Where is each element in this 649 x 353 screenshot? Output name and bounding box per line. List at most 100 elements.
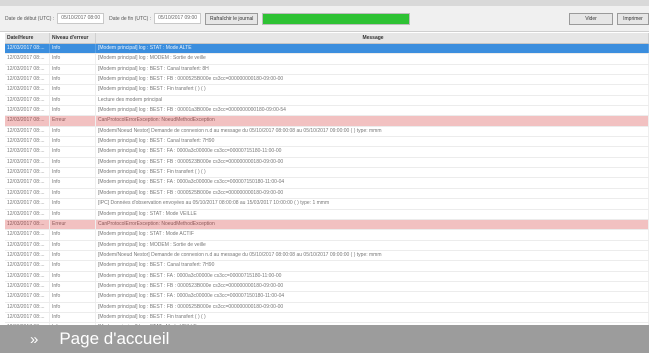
cell-message: [Modem principal] log : BEST : FB : 0000…	[96, 281, 649, 292]
cell-level: Erreur	[50, 116, 96, 126]
cell-date: 12/03/2017 08:...	[5, 95, 50, 106]
cell-level: Info	[50, 126, 96, 137]
cell-message: [Modem principal] log : BEST : Canal tra…	[96, 64, 649, 75]
cell-message: [IPC] Données d'observation envoyées au …	[96, 199, 649, 209]
cell-message: [Modem principal] log : BEST : FB : 0000…	[96, 75, 649, 85]
table-row[interactable]: 12/03/2017 08:...Info[Modem principal] l…	[5, 44, 649, 55]
cell-message: [Modem/Noeud Nestor] Demande de connexio…	[96, 250, 649, 261]
cell-level: Info	[50, 261, 96, 271]
cell-level: Info	[50, 281, 96, 292]
table-row[interactable]: 12/03/2017 08:...Info[Modem principal] l…	[5, 157, 649, 169]
cell-level: Info	[50, 137, 96, 147]
cell-message: [Modem principal] log : BEST : FB : 0000…	[96, 302, 649, 312]
cell-level: Info	[50, 188, 96, 199]
table-row[interactable]: 12/03/2017 08:...Info[Modem principal] l…	[5, 75, 649, 86]
column-header-date[interactable]: Date/Heure	[5, 33, 50, 43]
cell-message: CanProtocolErrorException: NoeudMethodEx…	[96, 219, 649, 230]
cell-date: 12/03/2017 08:...	[5, 116, 50, 126]
cell-date: 12/03/2017 08:...	[5, 106, 50, 116]
cell-date: 12/03/2017 08:...	[5, 230, 50, 240]
cell-message: [Modem principal] log : BEST : Fin trans…	[96, 85, 649, 95]
table-header: Date/Heure Niveau d'erreur Message	[5, 33, 649, 44]
end-date-field[interactable]: 05/10/2017 09:00	[154, 13, 202, 24]
cell-date: 12/03/2017 08:...	[5, 126, 50, 137]
table-row[interactable]: 12/03/2017 08:...Info[Modem principal] l…	[5, 281, 649, 293]
column-header-message[interactable]: Message	[96, 33, 649, 43]
table-row[interactable]: 12/03/2017 08:... Info [Modem/Noeud Nestor…	[5, 250, 649, 262]
table-row[interactable]: 12/03/2017 08:...Info[Modem principal] l…	[5, 312, 649, 324]
cell-message: [Modem principal] log : STAT : Mode VEIL…	[96, 209, 649, 219]
table-row[interactable]: 12/03/2017 08:... Erreur CanProtocolErrorE…	[5, 219, 649, 231]
log-table[interactable]: Date/Heure Niveau d'erreur Message 12/03…	[5, 33, 649, 325]
clear-log-button[interactable]: Vider	[569, 12, 613, 25]
table-row[interactable]: 12/03/2017 08:...Info[Modem principal] l…	[5, 188, 649, 200]
column-header-level[interactable]: Niveau d'erreur	[50, 33, 96, 43]
cell-date: 12/03/2017 08:...	[5, 85, 50, 95]
table-row[interactable]: 12/03/2017 08:...Info[Modem principal] l…	[5, 178, 649, 189]
home-page-link[interactable]: Page d'accueil	[59, 329, 169, 349]
table-row[interactable]: 12/03/2017 08:...Info[Modem principal] l…	[5, 85, 649, 96]
double-chevron-right-icon: »	[30, 330, 39, 348]
cell-level: Info	[50, 178, 96, 188]
cell-level: Info	[50, 312, 96, 323]
cell-date: 12/03/2017 08:...	[5, 147, 50, 157]
refresh-log-button[interactable]: Rafraîchir le journal	[205, 12, 259, 25]
print-log-button[interactable]: Imprimer	[617, 12, 649, 25]
table-row[interactable]: 12/03/2017 08:...Info[Modem principal] l…	[5, 137, 649, 148]
load-progress-fill	[263, 13, 410, 24]
cell-message: [Modem principal] log : STAT : Mode ALTE	[96, 44, 649, 54]
cell-date: 12/03/2017 08:...	[5, 281, 50, 292]
table-row[interactable]: 12/03/2017 08:...Info[Modem principal] l…	[5, 292, 649, 303]
table-row[interactable]: 12/03/2017 08:... Info Lecture des modem p…	[5, 95, 649, 107]
cell-message: [Modem principal] log : MODEM : Sortie d…	[96, 54, 649, 64]
table-row[interactable]: 12/03/2017 08:...Info[Modem principal] l…	[5, 230, 649, 241]
cell-message: [Modem principal] log : BEST : FA : 0000…	[96, 271, 649, 281]
cell-date: 12/03/2017 08:...	[5, 157, 50, 168]
cell-date: 12/03/2017 08:...	[5, 75, 50, 85]
cell-level: Info	[50, 230, 96, 240]
cell-date: 12/03/2017 08:...	[5, 261, 50, 271]
cell-message: [Modem principal] log : BEST : Fin trans…	[96, 168, 649, 178]
cell-level: Erreur	[50, 219, 96, 230]
table-row[interactable]: 12/03/2017 08:... Info [Modem/Noeud Nestor…	[5, 126, 649, 138]
cell-date: 12/03/2017 08:...	[5, 178, 50, 188]
table-row[interactable]: 12/03/2017 08:...Info[Modem principal] l…	[5, 240, 649, 251]
cell-date: 12/03/2017 08:...	[5, 54, 50, 64]
cell-level: Info	[50, 106, 96, 116]
table-row[interactable]: 12/03/2017 08:... Erreur CanProtocolErrorE…	[5, 116, 649, 127]
cell-message: [Modem principal] log : BEST : FA : 0000…	[96, 147, 649, 157]
cell-date: 12/03/2017 08:...	[5, 292, 50, 302]
table-row[interactable]: 12/03/2017 08:...Info[Modem principal] l…	[5, 209, 649, 220]
cell-level: Info	[50, 95, 96, 106]
table-row[interactable]: 12/03/2017 08:...Info[Modem principal] l…	[5, 302, 649, 313]
home-breadcrumb-bar: » Page d'accueil	[0, 325, 649, 353]
cell-date: 12/03/2017 08:...	[5, 137, 50, 147]
table-row[interactable]: 12/03/2017 08:...Info[Modem principal] l…	[5, 261, 649, 272]
cell-message: [Modem principal] log : BEST : Fin trans…	[96, 312, 649, 323]
cell-level: Info	[50, 157, 96, 168]
cell-date: 12/03/2017 08:...	[5, 250, 50, 261]
cell-date: 12/03/2017 08:...	[5, 188, 50, 199]
cell-message: [Modem principal] log : BEST : Canal tra…	[96, 261, 649, 271]
table-row[interactable]: 12/03/2017 08:...Info[Modem principal] l…	[5, 168, 649, 179]
cell-date: 12/03/2017 08:...	[5, 44, 50, 54]
start-date-field[interactable]: 05/10/2017 08:00	[57, 13, 105, 24]
cell-date: 12/03/2017 08:...	[5, 312, 50, 323]
cell-date: 12/03/2017 08:...	[5, 302, 50, 312]
table-row[interactable]: 12/03/2017 08:...Info[Modem principal] l…	[5, 271, 649, 282]
cell-date: 12/03/2017 08:...	[5, 271, 50, 281]
table-row[interactable]: 12/03/2017 08:...Info[Modem principal] l…	[5, 147, 649, 158]
cell-level: Info	[50, 64, 96, 75]
cell-level: Info	[50, 54, 96, 64]
cell-level: Info	[50, 75, 96, 85]
table-row[interactable]: 12/03/2017 08:... Info [IPC] Données d'obs…	[5, 199, 649, 210]
cell-date: 12/03/2017 08:...	[5, 168, 50, 178]
table-row[interactable]: 12/03/2017 08:...Info[Modem principal] l…	[5, 106, 649, 117]
cell-message: [Modem principal] log : STAT : Mode ACTI…	[96, 230, 649, 240]
table-row[interactable]: 12/03/2017 08:...Info[Modem principal] l…	[5, 54, 649, 65]
table-row[interactable]: 12/03/2017 08:...Info[Modem principal] l…	[5, 64, 649, 76]
cell-message: Lecture des modem principal	[96, 95, 649, 106]
load-progress-bar	[262, 12, 411, 25]
cell-message: [Modem principal] log : BEST : FB : 0000…	[96, 157, 649, 168]
cell-message: [Modem/Noeud Nestor] Demande de connexio…	[96, 126, 649, 137]
